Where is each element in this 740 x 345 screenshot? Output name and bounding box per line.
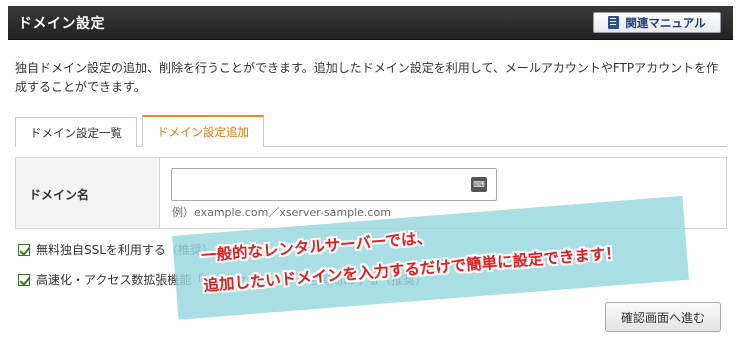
ssl-checkbox[interactable] <box>18 243 30 256</box>
keyboard-icon[interactable]: ⌨ <box>471 177 487 192</box>
book-icon <box>608 16 620 29</box>
page-header: ドメイン設定 関連マニュアル <box>8 6 733 40</box>
tab-domain-add[interactable]: ドメイン設定追加 <box>142 115 264 147</box>
related-manual-button[interactable]: 関連マニュアル <box>593 12 721 33</box>
domain-example-text: 例）example.com／xserver-sample.com <box>172 206 391 219</box>
tab-domain-list[interactable]: ドメイン設定一覧 <box>15 117 137 147</box>
page-title: ドメイン設定 <box>18 16 105 32</box>
page-description: 独自ドメイン設定の追加、削除を行うことができます。追加したドメイン設定を利用して… <box>15 61 719 94</box>
accelerator-checkbox[interactable] <box>18 273 30 286</box>
tab-bar: ドメイン設定一覧 ドメイン設定追加 <box>15 115 727 147</box>
domain-input[interactable] <box>171 168 497 201</box>
related-manual-label: 関連マニュアル <box>625 15 706 30</box>
domain-label: ドメイン名 <box>29 188 90 202</box>
confirm-button[interactable]: 確認画面へ進む <box>605 302 721 332</box>
domain-label-cell: ドメイン名 <box>16 158 160 228</box>
